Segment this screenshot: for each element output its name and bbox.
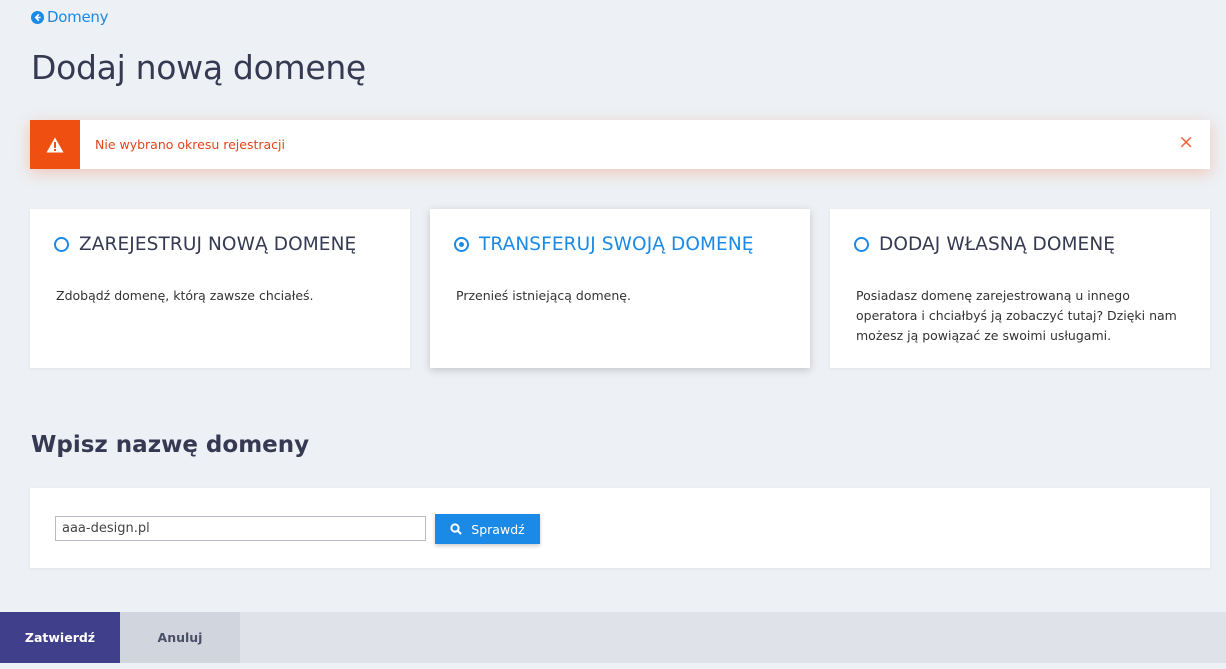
- radio-transfer[interactable]: [454, 237, 469, 252]
- confirm-button[interactable]: Zatwierdź: [0, 612, 120, 663]
- error-alert: Nie wybrano okresu rejestracji ×: [30, 120, 1210, 169]
- option-description: Posiadasz domenę zarejestrowaną u innego…: [856, 288, 1177, 343]
- radio-add-own[interactable]: [854, 237, 869, 252]
- alert-message: Nie wybrano okresu rejestracji: [95, 137, 285, 152]
- footer-bottom-strip: [0, 663, 1226, 669]
- close-icon[interactable]: ×: [1178, 133, 1194, 152]
- warning-icon: [30, 120, 80, 169]
- arrow-left-circle-icon: [31, 10, 44, 24]
- domain-section-title: Wpisz nazwę domeny: [31, 432, 310, 458]
- cancel-button[interactable]: Anuluj: [120, 612, 240, 663]
- option-title: DODAJ WŁASNĄ DOMENĘ: [879, 234, 1116, 255]
- option-description: Przenieś istniejącą domenę.: [456, 288, 631, 303]
- option-register-new-domain[interactable]: ZAREJESTRUJ NOWĄ DOMENĘ Zdobądź domenę, …: [30, 209, 410, 368]
- option-add-own-domain[interactable]: DODAJ WŁASNĄ DOMENĘ Posiadasz domenę zar…: [830, 209, 1210, 368]
- back-link-label: Domeny: [47, 8, 109, 26]
- option-description: Zdobądź domenę, którą zawsze chciałeś.: [56, 288, 314, 303]
- search-icon: [450, 523, 463, 535]
- radio-register[interactable]: [54, 237, 69, 252]
- domain-input[interactable]: [55, 516, 426, 541]
- option-transfer-domain[interactable]: TRANSFERUJ SWOJĄ DOMENĘ Przenieś istniej…: [430, 209, 810, 368]
- option-title: TRANSFERUJ SWOJĄ DOMENĘ: [479, 234, 754, 255]
- check-button-label: Sprawdź: [471, 521, 525, 537]
- back-link-domains[interactable]: Domeny: [31, 8, 108, 26]
- footer-action-bar: Zatwierdź Anuluj: [0, 612, 1226, 663]
- page-title: Dodaj nową domenę: [31, 48, 366, 87]
- domain-search-panel: Sprawdź: [30, 488, 1210, 568]
- option-title: ZAREJESTRUJ NOWĄ DOMENĘ: [79, 234, 357, 255]
- check-button[interactable]: Sprawdź: [435, 514, 540, 544]
